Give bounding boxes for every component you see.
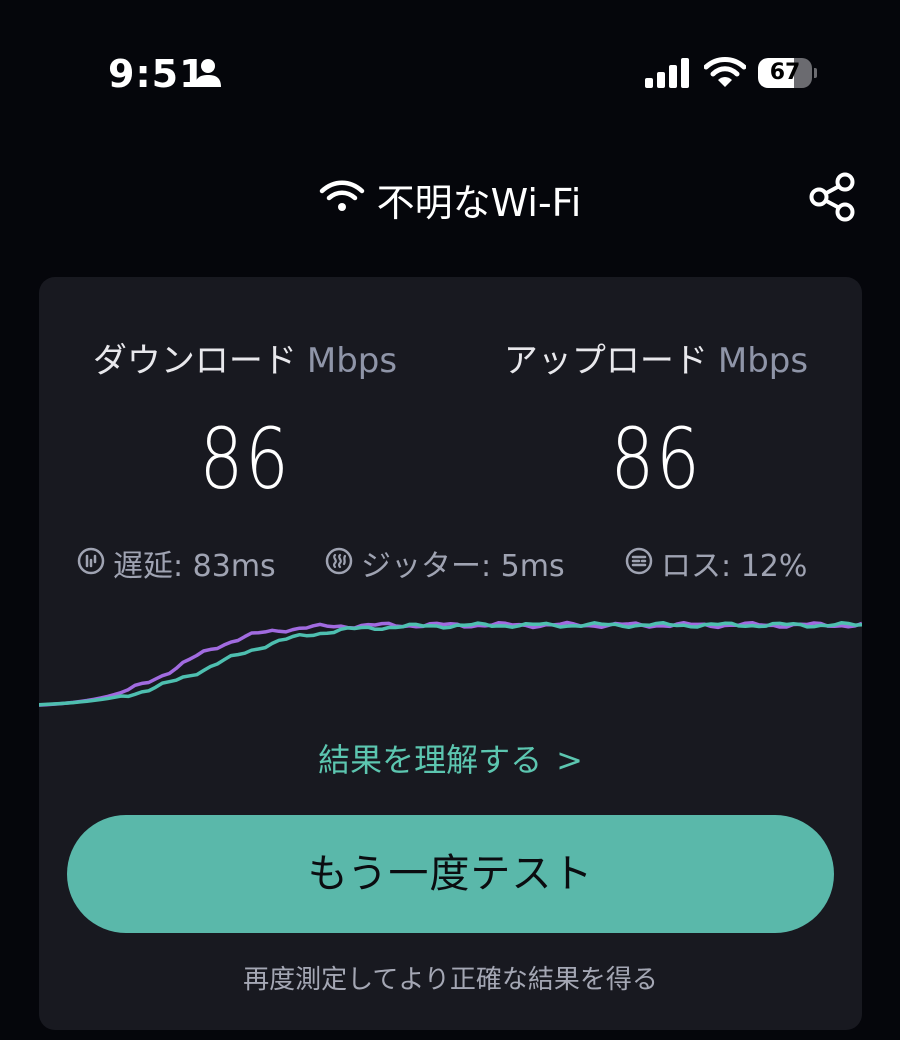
understand-results-label: 結果を理解する	[318, 741, 543, 779]
status-time: 9:51	[108, 52, 207, 96]
download-speed-line	[39, 620, 862, 707]
header: 不明なWi-Fi	[0, 160, 900, 240]
upload-label: アップロード	[503, 341, 708, 381]
retest-hint: 再度測定してより正確な結果を得る	[243, 965, 658, 995]
network-name: 不明なWi-Fi	[376, 181, 582, 225]
loss-stat: ロス: 12%	[625, 541, 807, 585]
speed-graph	[39, 620, 862, 707]
battery-tip	[814, 68, 817, 78]
wifi-icon	[319, 180, 364, 211]
battery-level: 67	[769, 60, 801, 85]
upload-value: 86	[610, 410, 702, 508]
jitter-icon	[325, 547, 353, 575]
upload-unit: Mbps	[717, 341, 809, 381]
jitter-stat: ジッター: 5ms	[325, 541, 565, 585]
latency-icon	[77, 547, 105, 575]
download-value: 86	[199, 410, 291, 508]
signal-icon	[645, 58, 689, 88]
person-icon	[195, 59, 221, 87]
upload-speed-line	[39, 620, 862, 707]
download-label-row: ダウンロード Mbps	[39, 333, 451, 382]
packet-loss-icon	[625, 547, 653, 575]
wifi-icon	[704, 57, 746, 87]
upload-metric: アップロード Mbps 86	[450, 333, 862, 508]
network-title: 不明なWi-Fi	[0, 172, 900, 227]
jitter-text: ジッター: 5ms	[361, 549, 565, 584]
understand-results-link[interactable]: 結果を理解する >	[39, 735, 862, 781]
loss-text: ロス: 12%	[661, 549, 808, 584]
result-card: ダウンロード Mbps 86 アップロード Mbps 86 遅延: 83ms ジッタ…	[39, 277, 862, 1030]
share-button[interactable]	[804, 168, 862, 226]
share-icon	[809, 172, 855, 222]
chevron-right-icon: >	[556, 741, 583, 779]
battery-icon: 67	[758, 58, 817, 88]
test-again-button[interactable]: もう一度テスト	[67, 815, 834, 933]
battery-body: 67	[758, 58, 812, 88]
download-unit: Mbps	[306, 341, 398, 381]
upload-label-row: アップロード Mbps	[450, 333, 862, 382]
download-label: ダウンロード	[92, 341, 297, 381]
latency-stat: 遅延: 83ms	[77, 541, 276, 585]
status-bar: 9:51 67	[0, 0, 900, 140]
latency-text: 遅延: 83ms	[113, 549, 276, 584]
download-metric: ダウンロード Mbps 86	[39, 333, 451, 508]
stats-row: 遅延: 83ms ジッター: 5ms ロス: 12%	[39, 541, 862, 584]
